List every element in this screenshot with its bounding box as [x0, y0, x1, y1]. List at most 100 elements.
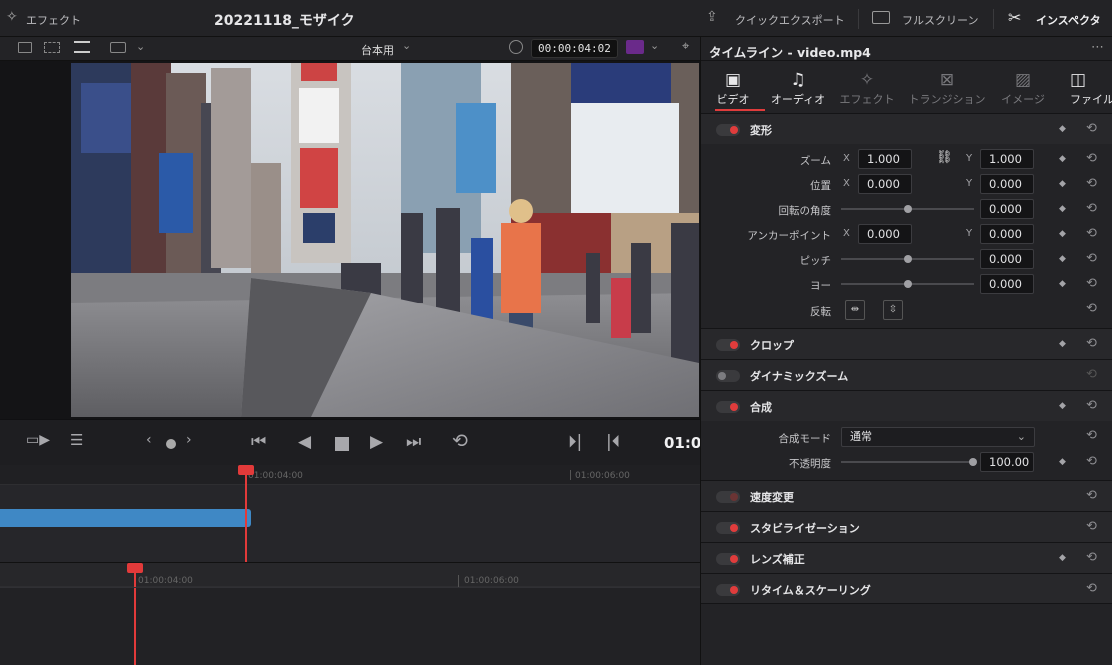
inspector-tools-icon[interactable]: ✂ — [1008, 8, 1021, 27]
link-icon[interactable]: ⛓ — [936, 150, 953, 165]
play-clip-icon[interactable]: ▭▶ — [26, 432, 50, 448]
tab-file[interactable]: ◫ ファイル — [1054, 69, 1112, 107]
go-to-start-icon[interactable]: ⏮ — [251, 432, 266, 452]
reset-icon[interactable]: ⟲ — [1086, 398, 1097, 413]
jog-wheel-icon[interactable] — [166, 439, 176, 449]
slider-knob[interactable] — [904, 255, 912, 263]
more-options-icon[interactable]: ⋯ — [1091, 40, 1104, 55]
position-x-field[interactable]: 0.000 — [858, 174, 912, 194]
inspector-button[interactable]: インスペクタ — [1036, 12, 1101, 28]
opacity-field[interactable]: 100.00 — [980, 452, 1034, 472]
effects-button[interactable]: エフェクト — [26, 12, 81, 28]
tab-audio[interactable]: ♫ オーディオ — [763, 69, 833, 107]
keyframe-icon[interactable]: ◆ — [1059, 553, 1066, 563]
section-stabilization[interactable]: スタビライゼーション ⟲ — [701, 511, 1112, 542]
jog-right-icon[interactable]: › — [186, 432, 192, 448]
zoom-y-field[interactable]: 1.000 — [980, 149, 1034, 169]
reset-icon[interactable]: ⟲ — [1086, 201, 1097, 216]
reset-icon[interactable]: ⟲ — [1086, 519, 1097, 534]
keyframe-icon[interactable]: ◆ — [1059, 179, 1066, 189]
section-composite[interactable]: 合成 ◆ ⟲ — [701, 390, 1112, 421]
image-icon[interactable] — [18, 42, 32, 53]
pitch-slider[interactable] — [841, 255, 974, 263]
reset-icon[interactable]: ⟲ — [1086, 454, 1097, 469]
fullscreen-icon[interactable] — [872, 11, 890, 24]
keyframe-icon[interactable]: ◆ — [1059, 254, 1066, 264]
pitch-field[interactable]: 0.000 — [980, 249, 1034, 269]
safe-area-icon[interactable] — [44, 42, 60, 53]
rotation-field[interactable]: 0.000 — [980, 199, 1034, 219]
aspect-dropdown[interactable]: 台本用 — [361, 42, 394, 58]
flip-vertical-icon[interactable]: ⇳ — [883, 300, 903, 320]
transform-overlay-icon[interactable]: ⌖ — [682, 39, 689, 54]
viewer-mode-icon[interactable] — [110, 42, 126, 53]
export-icon[interactable]: ⇪ — [706, 9, 718, 25]
reset-icon[interactable]: ⟲ — [1086, 151, 1097, 166]
reset-icon[interactable]: ⟲ — [1086, 428, 1097, 443]
reset-icon[interactable]: ⟲ — [1086, 488, 1097, 503]
chevron-down-icon[interactable]: ⌄ — [650, 39, 659, 52]
reverse-play-icon[interactable]: ◀ — [298, 432, 311, 452]
tab-transition[interactable]: ⊠ トランジション — [907, 69, 987, 107]
reset-icon[interactable]: ⟲ — [1086, 276, 1097, 291]
playhead-handle[interactable] — [127, 563, 143, 573]
quick-export-button[interactable]: クイックエクスポート — [735, 12, 845, 28]
fullscreen-button[interactable]: フルスクリーン — [902, 12, 978, 28]
crop-toggle[interactable] — [716, 339, 740, 351]
flip-horizontal-icon[interactable]: ⇹ — [845, 300, 865, 320]
keyframe-icon[interactable]: ◆ — [1059, 124, 1066, 134]
viewer-timecode[interactable]: 00:00:04:02 — [531, 39, 618, 58]
opacity-slider[interactable] — [841, 458, 977, 466]
previous-edit-icon[interactable]: ⏵| — [568, 432, 582, 452]
dynamic-zoom-toggle[interactable] — [716, 370, 740, 382]
playhead-handle[interactable] — [238, 465, 254, 475]
transform-toggle[interactable] — [716, 124, 740, 136]
section-crop[interactable]: クロップ ◆ ⟲ — [701, 328, 1112, 359]
position-y-field[interactable]: 0.000 — [980, 174, 1034, 194]
composite-toggle[interactable] — [716, 401, 740, 413]
lower-timeline[interactable]: 01:00:04:00 01:00:06:00 — [0, 562, 700, 665]
play-icon[interactable]: ▶ — [370, 432, 383, 452]
slider-knob[interactable] — [969, 458, 977, 466]
rotation-slider[interactable] — [841, 205, 974, 213]
section-lens-correction[interactable]: レンズ補正 ◆ ⟲ — [701, 542, 1112, 573]
keyframe-icon[interactable]: ◆ — [1059, 229, 1066, 239]
composite-mode-dropdown[interactable]: 通常 ⌄ — [841, 427, 1035, 447]
slider-knob[interactable] — [904, 280, 912, 288]
yaw-slider[interactable] — [841, 280, 974, 288]
keyframe-icon[interactable]: ◆ — [1059, 154, 1066, 164]
playhead-line[interactable] — [245, 465, 247, 562]
tab-effects[interactable]: ✧ エフェクト — [832, 69, 902, 107]
camera-icon[interactable] — [626, 40, 644, 54]
reset-icon[interactable]: ⟲ — [1086, 336, 1097, 351]
reset-icon[interactable]: ⟲ — [1086, 251, 1097, 266]
keyframe-icon[interactable]: ◆ — [1059, 204, 1066, 214]
next-edit-icon[interactable]: |⏴ — [606, 432, 620, 452]
section-dynamic-zoom[interactable]: ダイナミックズーム ⟲ — [701, 359, 1112, 390]
reset-icon[interactable]: ⟲ — [1086, 301, 1097, 316]
audio-settings-icon[interactable]: ☰ — [70, 431, 83, 449]
stabilization-toggle[interactable] — [716, 522, 740, 534]
keyframe-icon[interactable]: ◆ — [1059, 339, 1066, 349]
reset-icon[interactable]: ⟲ — [1086, 176, 1097, 191]
keyframe-icon[interactable]: ◆ — [1059, 457, 1066, 467]
zoom-x-field[interactable]: 1.000 — [858, 149, 912, 169]
timeline-ruler[interactable] — [0, 563, 700, 587]
keyframe-icon[interactable]: ◆ — [1059, 279, 1066, 289]
section-speed[interactable]: 速度変更 ⟲ — [701, 480, 1112, 511]
reset-icon[interactable]: ⟲ — [1086, 550, 1097, 565]
slider-knob[interactable] — [904, 205, 912, 213]
playhead-line[interactable] — [134, 563, 136, 665]
speed-toggle[interactable] — [716, 491, 740, 503]
stop-icon[interactable] — [335, 437, 349, 451]
reset-icon[interactable]: ⟲ — [1086, 581, 1097, 596]
upper-timeline[interactable]: 01:00:04:00 01:00:06:00 — [0, 465, 700, 562]
anchor-x-field[interactable]: 0.000 — [858, 224, 912, 244]
reset-icon[interactable]: ⟲ — [1086, 367, 1097, 382]
reset-icon[interactable]: ⟲ — [1086, 121, 1097, 136]
grid-layout-icon[interactable] — [74, 41, 90, 53]
reset-icon[interactable]: ⟲ — [1086, 226, 1097, 241]
lens-toggle[interactable] — [716, 553, 740, 565]
section-transform[interactable]: 変形 ◆ ⟲ — [701, 113, 1112, 144]
keyframe-icon[interactable]: ◆ — [1059, 401, 1066, 411]
